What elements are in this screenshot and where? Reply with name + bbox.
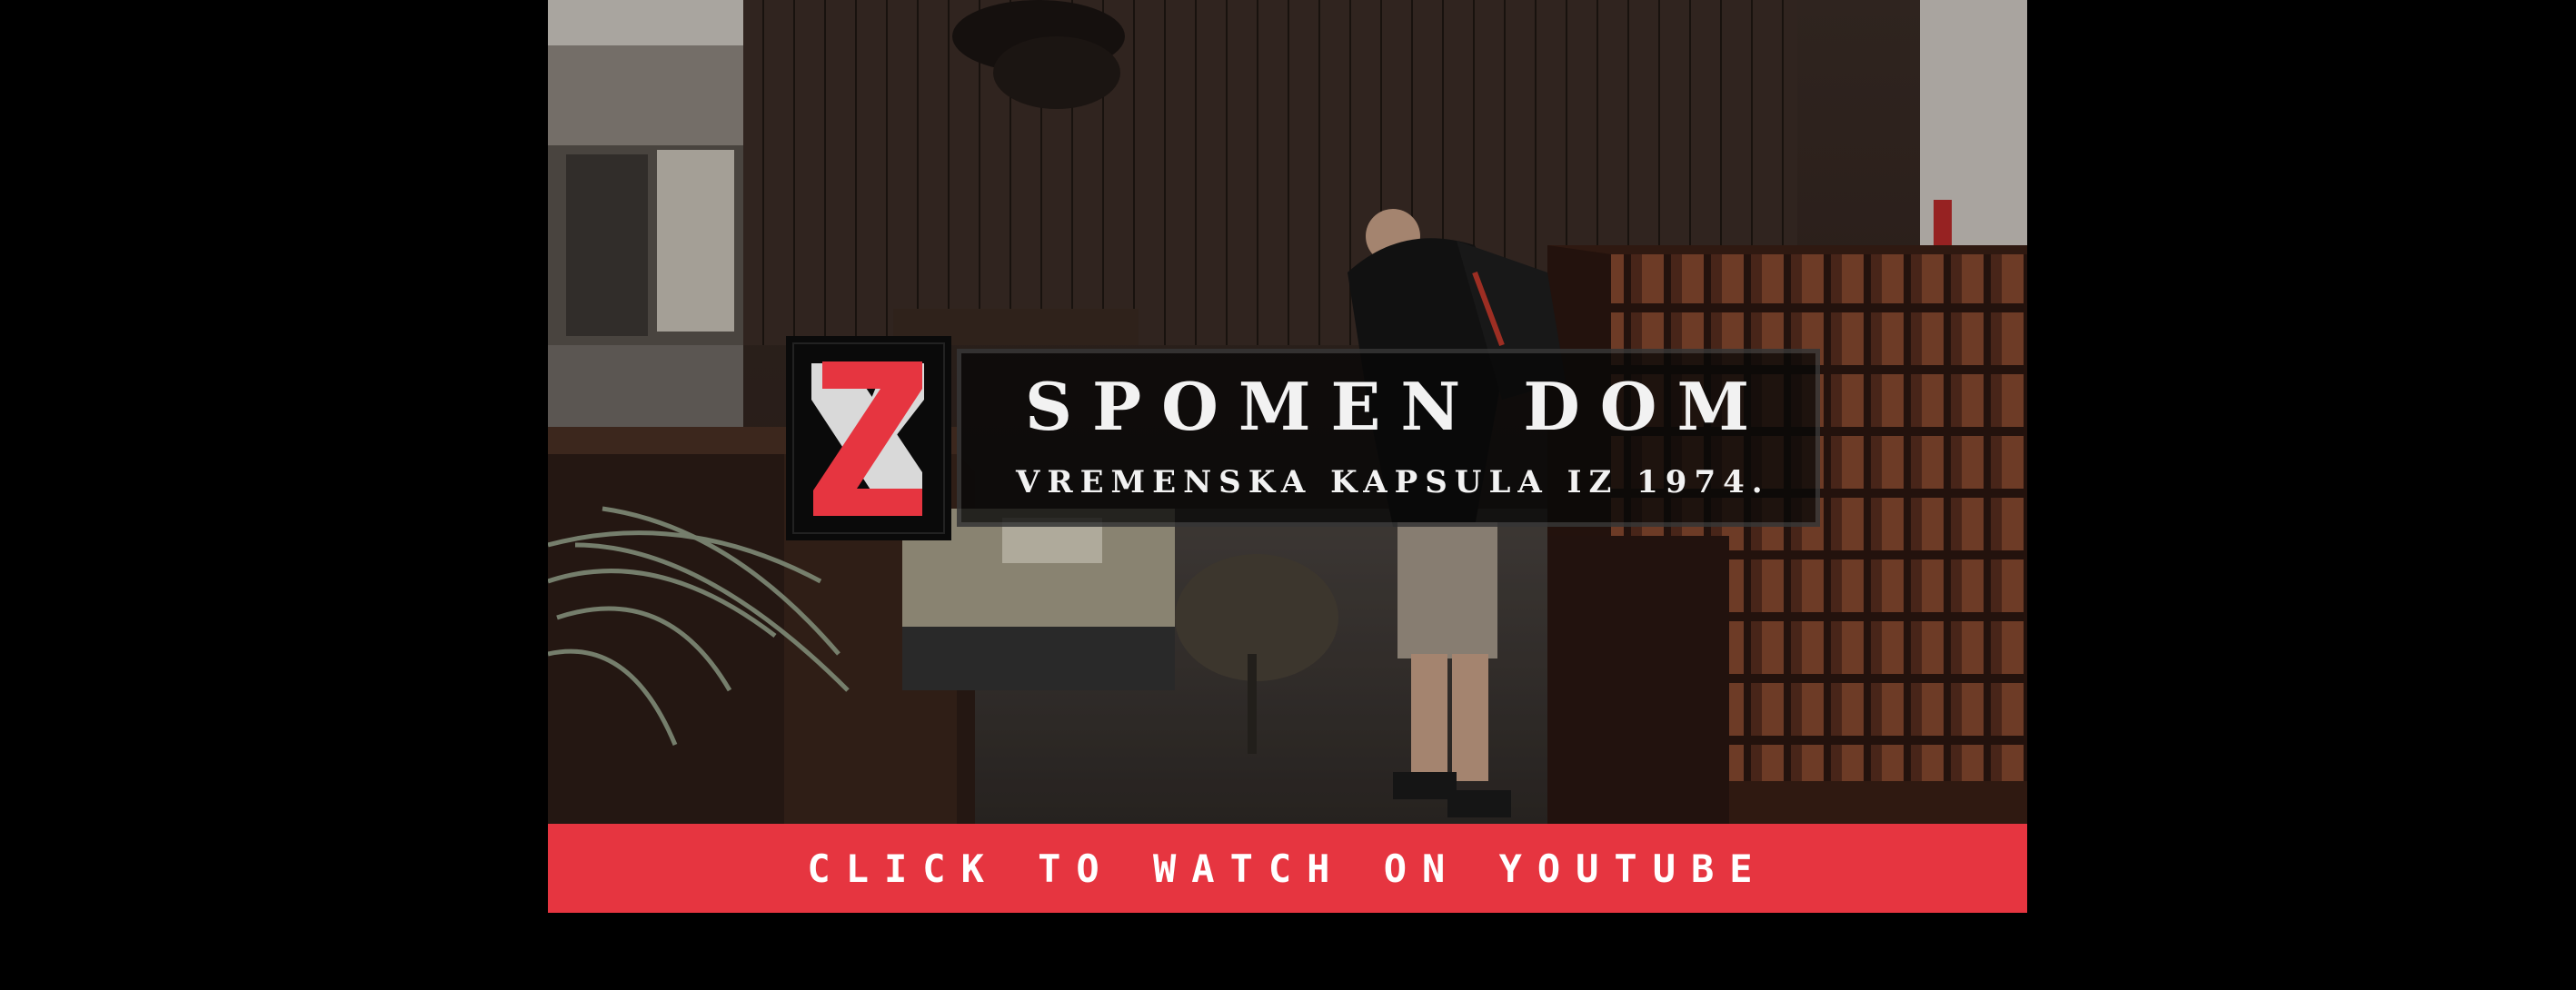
channel-logo — [786, 336, 951, 540]
watch-on-youtube-button[interactable]: CLICK TO WATCH ON YOUTUBE — [548, 824, 2027, 913]
video-title: SPOMEN DOM — [1025, 368, 1770, 445]
page-background: SPOMEN DOM VREMENSKA KAPSULA IZ 1974. CL… — [0, 0, 2576, 990]
video-subtitle: VREMENSKA KAPSULA IZ 1974. — [1016, 464, 1770, 500]
z-logo-icon — [786, 336, 951, 540]
video-title-overlay: SPOMEN DOM VREMENSKA KAPSULA IZ 1974. — [786, 336, 1820, 540]
watch-on-youtube-label: CLICK TO WATCH ON YOUTUBE — [807, 846, 1768, 891]
title-band: SPOMEN DOM VREMENSKA KAPSULA IZ 1974. — [957, 349, 1820, 527]
video-thumbnail[interactable]: SPOMEN DOM VREMENSKA KAPSULA IZ 1974. — [548, 0, 2027, 824]
